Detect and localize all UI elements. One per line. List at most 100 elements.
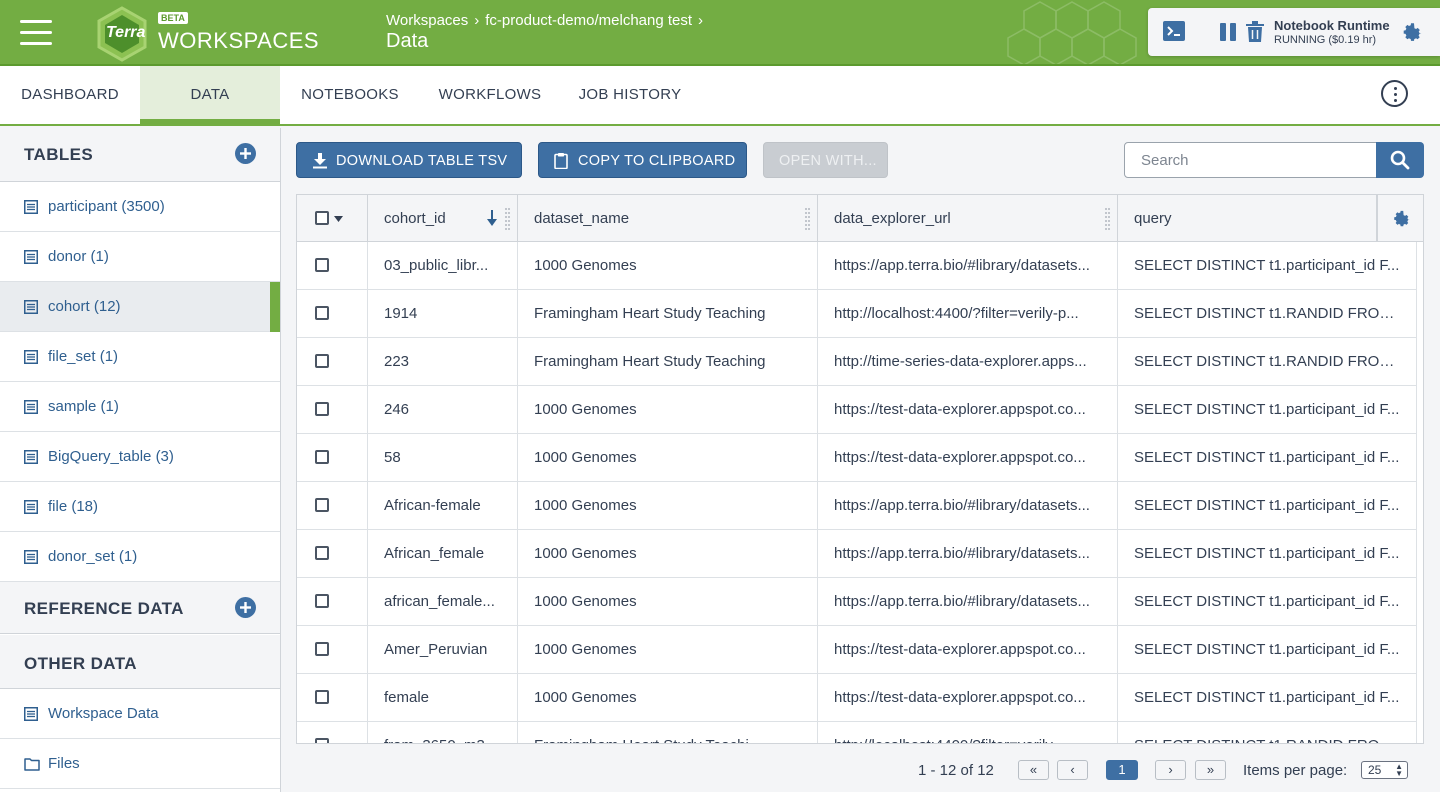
sidebar-item-workspace-data[interactable]: Workspace Data [0, 689, 280, 739]
previous-page-button[interactable]: ‹ [1057, 760, 1088, 780]
select-all-checkbox[interactable] [315, 211, 329, 225]
table-row[interactable]: 58 1000 Genomes https://test-data-explorer… [297, 434, 1417, 482]
column-label: cohort_id [384, 210, 446, 227]
sidebar-item-table[interactable]: file_set (1) [0, 332, 280, 382]
tab-workflows[interactable]: WORKFLOWS [420, 66, 560, 124]
sidebar-item-table[interactable]: cohort (12) [0, 282, 280, 332]
tab-notebooks[interactable]: NOTEBOOKS [280, 66, 420, 124]
table-row[interactable]: African-female 1000 Genomes https://app.te… [297, 482, 1417, 530]
table-cell: SELECT DISTINCT t1.participant_id F... [1118, 626, 1417, 674]
table-cell: 1914 [368, 290, 518, 338]
items-per-page-select[interactable]: 25 ▲ ▼ [1361, 761, 1408, 779]
column-header-dataset-name[interactable]: dataset_name [518, 195, 818, 242]
more-options-icon[interactable] [1381, 80, 1408, 107]
table-row[interactable]: fram_3650_m3...Framingham Heart Study Te… [297, 722, 1417, 743]
table-row[interactable]: 1914 Framingham Heart Study Teaching http:… [297, 290, 1417, 338]
row-checkbox[interactable] [315, 402, 329, 416]
sidebar-item-table[interactable]: participant (3500) [0, 182, 280, 232]
table-cell: African-female [368, 482, 518, 530]
tab-data[interactable]: DATA [140, 66, 280, 124]
other-data-section-header: OTHER DATA [0, 635, 280, 689]
open-with-label: OPEN WITH... [779, 153, 877, 169]
row-checkbox[interactable] [315, 594, 329, 608]
row-checkbox[interactable] [315, 450, 329, 464]
row-checkbox[interactable] [315, 642, 329, 656]
sort-descending-icon[interactable] [487, 210, 497, 226]
sidebar-item-table[interactable]: donor (1) [0, 232, 280, 282]
column-header-cohort-id[interactable]: cohort_id [368, 195, 518, 242]
table-cell: https://app.terra.bio/#library/datasets.… [818, 482, 1118, 530]
tab-dashboard[interactable]: DASHBOARD [0, 66, 140, 124]
row-checkbox[interactable] [315, 498, 329, 512]
table-row[interactable]: 223 Framingham Heart Study Teaching http:/… [297, 338, 1417, 386]
column-header-data-explorer-url[interactable]: data_explorer_url [818, 195, 1118, 242]
row-checkbox[interactable] [315, 306, 329, 320]
caret-down-icon[interactable] [334, 216, 343, 222]
next-page-button[interactable]: › [1155, 760, 1186, 780]
sidebar-item-table[interactable]: donor_set (1) [0, 532, 280, 582]
sidebar-item-files[interactable]: Files [0, 739, 280, 789]
pause-icon[interactable] [1218, 22, 1238, 42]
table-cell: 223 [368, 338, 518, 386]
sidebar-item-table[interactable]: BigQuery_table (3) [0, 432, 280, 482]
table-row[interactable]: 03_public_libr... 1000 Genomes https://app… [297, 242, 1417, 290]
brand-title[interactable]: WORKSPACES [158, 28, 319, 54]
table-cell: SELECT DISTINCT t1.participant_id F... [1118, 578, 1417, 626]
search-button[interactable] [1376, 142, 1424, 178]
row-checkbox[interactable] [315, 258, 329, 272]
sidebar-item-table[interactable]: file (18) [0, 482, 280, 532]
row-select-cell [297, 242, 368, 290]
row-checkbox[interactable] [315, 738, 329, 743]
terminal-icon[interactable] [1162, 20, 1186, 42]
last-page-button[interactable]: » [1195, 760, 1226, 780]
tables-section-header: TABLES [0, 128, 280, 182]
add-table-icon[interactable] [235, 143, 256, 164]
row-checkbox[interactable] [315, 546, 329, 560]
first-page-button[interactable]: « [1018, 760, 1049, 780]
sidebar-item-label: participant (3500) [48, 198, 165, 215]
table-row[interactable]: african_female... 1000 Genomes https://app… [297, 578, 1417, 626]
pagination-range: 1 - 12 of 12 [918, 762, 994, 779]
row-checkbox[interactable] [315, 690, 329, 704]
table-cell: 1000 Genomes [518, 434, 818, 482]
column-resize-handle[interactable] [505, 207, 511, 231]
open-with-button[interactable]: OPEN WITH... [763, 142, 888, 178]
row-checkbox[interactable] [315, 354, 329, 368]
table-cell: https://test-data-explorer.appspot.co... [818, 434, 1118, 482]
search-input[interactable] [1124, 142, 1378, 178]
runtime-status: RUNNING ($0.19 hr) [1274, 34, 1377, 46]
page-button-current[interactable]: 1 [1106, 760, 1138, 780]
table-cell: African_female [368, 530, 518, 578]
breadcrumb-workspace[interactable]: fc-product-demo/melchang test [485, 12, 692, 29]
download-tsv-button[interactable]: DOWNLOAD TABLE TSV [296, 142, 522, 178]
trash-icon[interactable] [1245, 21, 1265, 43]
table-row[interactable]: Amer_Peruvian 1000 Genomes https://test-da… [297, 626, 1417, 674]
table-icon [24, 500, 38, 514]
gear-icon[interactable] [1400, 20, 1424, 44]
copy-to-clipboard-label: COPY TO CLIPBOARD [578, 153, 736, 169]
runtime-title: Notebook Runtime [1274, 18, 1390, 33]
table-cell: https://test-data-explorer.appspot.co... [818, 626, 1118, 674]
table-row[interactable]: 246 1000 Genomes https://test-data-explore… [297, 386, 1417, 434]
table-cell: https://app.terra.bio/#library/datasets.… [818, 530, 1118, 578]
column-settings-button[interactable] [1377, 195, 1423, 242]
add-reference-data-icon[interactable] [235, 597, 256, 618]
breadcrumb-workspaces[interactable]: Workspaces [386, 12, 468, 29]
tab-job-history[interactable]: JOB HISTORY [560, 66, 700, 124]
table-header: cohort_id dataset_name data_explorer_url… [297, 195, 1423, 242]
column-resize-handle[interactable] [1105, 207, 1111, 231]
sidebar-item-table[interactable]: sample (1) [0, 382, 280, 432]
table-row[interactable]: female 1000 Genomes https://test-data-expl… [297, 674, 1417, 722]
runtime-panel: Notebook Runtime RUNNING ($0.19 hr) [1148, 8, 1440, 56]
menu-icon[interactable] [20, 20, 52, 46]
column-resize-handle[interactable] [805, 207, 811, 231]
table-cell: african_female... [368, 578, 518, 626]
copy-to-clipboard-button[interactable]: COPY TO CLIPBOARD [538, 142, 747, 178]
table-cell: SELECT DISTINCT t1.participant_id F... [1118, 242, 1417, 290]
table-row[interactable]: African_female 1000 Genomes https://app.te… [297, 530, 1417, 578]
table-cell: SELECT DISTINCT t1.participant_id F... [1118, 530, 1417, 578]
column-label: data_explorer_url [834, 210, 951, 227]
column-label: query [1134, 210, 1172, 227]
column-header-query[interactable]: query [1118, 195, 1377, 242]
tables-heading: TABLES [24, 145, 94, 164]
